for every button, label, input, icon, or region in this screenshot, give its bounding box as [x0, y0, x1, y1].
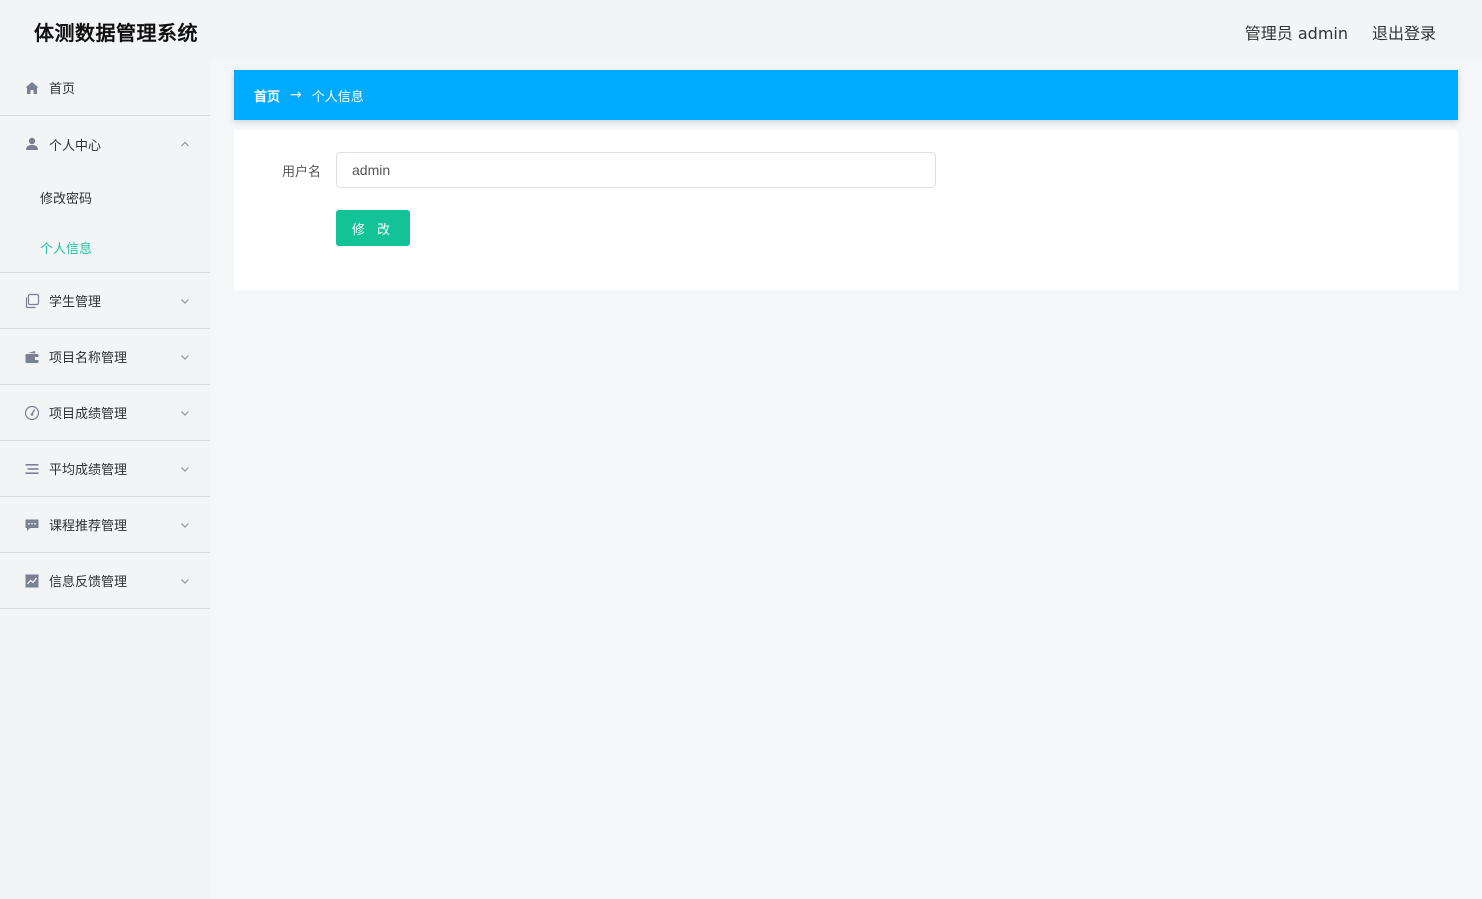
sidebar-item-label: 平均成绩管理: [49, 463, 128, 478]
user-info: 管理员 admin: [1244, 24, 1348, 43]
chevron-down-icon: [180, 351, 190, 361]
sidebar-item-project-names[interactable]: 项目名称管理: [0, 329, 210, 385]
sidebar-item-label: 信息反馈管理: [49, 575, 128, 590]
sidebar-item-average-scores[interactable]: 平均成绩管理: [0, 441, 210, 497]
app-title: 体测数据管理系统: [34, 21, 198, 45]
chevron-down-icon: [180, 407, 190, 417]
chart-icon: [24, 573, 40, 589]
modify-button[interactable]: 修 改: [336, 210, 410, 246]
sidebar-item-personal[interactable]: 个人中心: [0, 116, 210, 172]
sidebar: 首页 个人中心 修改密码 个人信息 学生管理 项目名称管理 项目成绩管理 平均成…: [0, 60, 210, 899]
breadcrumb: 首页 → 个人信息: [234, 70, 1458, 120]
username-label: 用户名: [282, 165, 322, 180]
chevron-down-icon: [180, 575, 190, 585]
copy-icon: [24, 293, 40, 309]
sidebar-group-personal: 个人中心 修改密码 个人信息: [0, 116, 210, 273]
username-input[interactable]: [336, 152, 936, 188]
logout-link[interactable]: 退出登录: [1372, 20, 1436, 44]
user-icon: [24, 136, 40, 152]
list-icon: [24, 461, 40, 477]
wallet-icon: [24, 349, 40, 365]
top-header: 体测数据管理系统 管理员 admin 退出登录: [0, 0, 1482, 60]
profile-form-card: 用户名 修 改: [234, 130, 1458, 290]
sidebar-item-label: 项目成绩管理: [49, 407, 128, 422]
chevron-up-icon: [180, 138, 190, 148]
breadcrumb-current: 个人信息: [311, 89, 364, 105]
sidebar-item-label: 首页: [49, 82, 76, 97]
sidebar-subitem-change-password[interactable]: 修改密码: [0, 172, 210, 222]
sidebar-item-label: 课程推荐管理: [49, 519, 128, 534]
sidebar-item-course-recommend[interactable]: 课程推荐管理: [0, 497, 210, 553]
sidebar-item-feedback[interactable]: 信息反馈管理: [0, 553, 210, 609]
sidebar-item-label: 个人中心: [49, 138, 102, 154]
sidebar-item-label: 项目名称管理: [49, 351, 128, 366]
sidebar-item-label: 学生管理: [49, 295, 102, 310]
home-icon: [24, 80, 40, 96]
chevron-down-icon: [180, 463, 190, 473]
sidebar-item-home[interactable]: 首页: [0, 60, 210, 116]
chat-icon: [24, 517, 40, 533]
gauge-icon: [24, 405, 40, 421]
sidebar-item-students[interactable]: 学生管理: [0, 273, 210, 329]
breadcrumb-separator: →: [290, 87, 302, 103]
chevron-down-icon: [180, 295, 190, 305]
sidebar-item-project-scores[interactable]: 项目成绩管理: [0, 385, 210, 441]
sidebar-subitem-personal-info[interactable]: 个人信息: [0, 222, 210, 272]
breadcrumb-home[interactable]: 首页: [254, 86, 280, 105]
chevron-down-icon: [180, 519, 190, 529]
